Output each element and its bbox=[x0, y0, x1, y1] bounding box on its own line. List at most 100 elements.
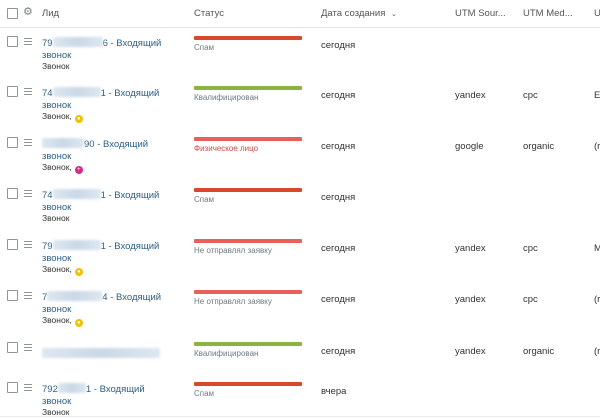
row-checkbox[interactable] bbox=[7, 86, 18, 97]
lead-type-label: Звонок, bbox=[42, 162, 72, 172]
status-label: Физическое лицо bbox=[194, 144, 259, 153]
lead-link[interactable]: 90 - Входящий звонок Звонок, + bbox=[42, 138, 182, 174]
call-status-icon: ● bbox=[74, 319, 83, 327]
status-bar bbox=[194, 342, 302, 346]
lead-link[interactable]: 74 1 - Входящий звонок Звонок bbox=[42, 189, 182, 225]
column-header-lead[interactable]: Лид bbox=[42, 8, 59, 19]
lead-type: Звонок bbox=[42, 213, 182, 225]
lead-type-label: Звонок bbox=[42, 213, 70, 223]
drag-handle-icon[interactable] bbox=[24, 241, 32, 248]
status-cell[interactable]: Квалифицирован bbox=[194, 86, 302, 102]
table-row[interactable]: 74 1 - Входящий звонок Звонок, ● Квалифици… bbox=[0, 78, 600, 130]
phone-redacted bbox=[57, 383, 86, 393]
column-header-utm-medium[interactable]: UTM Med... bbox=[523, 8, 573, 19]
table-row[interactable]: 74 - Входящий звонок Звонок, ● Не отправл… bbox=[0, 282, 600, 335]
status-cell[interactable]: Спам bbox=[194, 36, 302, 52]
status-cell[interactable]: Квалифицирован bbox=[194, 342, 302, 358]
lead-title-line2: звонок bbox=[42, 99, 72, 111]
drag-handle-icon[interactable] bbox=[24, 88, 32, 95]
extra-column-value: (r bbox=[594, 346, 600, 357]
call-status-icon: + bbox=[74, 166, 83, 174]
utm-source: yandex bbox=[455, 346, 486, 357]
created-date: сегодня bbox=[321, 40, 356, 51]
utm-medium: cpc bbox=[523, 90, 538, 101]
lead-title-suffix: 1 - Входящий bbox=[85, 384, 145, 395]
lead-link[interactable]: 792 1 - Входящий звонок Звонок bbox=[42, 383, 182, 419]
status-bar bbox=[194, 137, 302, 141]
table-row[interactable]: 792 1 - Входящий звонок Звонок Спам вчера bbox=[0, 374, 600, 417]
column-header-status[interactable]: Статус bbox=[194, 8, 224, 19]
row-checkbox[interactable] bbox=[7, 342, 18, 353]
drag-handle-icon[interactable] bbox=[24, 38, 32, 45]
gear-icon[interactable]: ⚙ bbox=[23, 7, 33, 18]
row-checkbox[interactable] bbox=[7, 290, 18, 301]
utm-medium: organic bbox=[523, 346, 555, 357]
status-cell[interactable]: Физическое лицо bbox=[194, 137, 302, 153]
created-date: сегодня bbox=[321, 346, 356, 357]
status-cell[interactable]: Спам bbox=[194, 188, 302, 204]
lead-link[interactable]: 79 1 - Входящий звонок Звонок, ● bbox=[42, 240, 182, 276]
row-checkbox[interactable] bbox=[7, 36, 18, 47]
lead-phone-prefix: 79 bbox=[42, 241, 53, 252]
drag-handle-icon[interactable] bbox=[24, 139, 32, 146]
lead-type: Звонок bbox=[42, 61, 182, 73]
column-header-extra[interactable]: U bbox=[594, 8, 600, 19]
status-label: Спам bbox=[194, 195, 215, 204]
table-row[interactable]: Квалифицирован сегодня yandex organic (r bbox=[0, 334, 600, 375]
extra-column-value: E bbox=[594, 90, 600, 101]
utm-medium: cpc bbox=[523, 243, 538, 254]
lead-link[interactable]: 79 6 - Входящий звонок Звонок bbox=[42, 37, 182, 73]
lead-title-suffix: 1 - Входящий bbox=[100, 88, 160, 99]
status-cell[interactable]: Не отправлял заявку bbox=[194, 239, 302, 255]
lead-type: Звонок, ● bbox=[42, 315, 182, 327]
status-cell[interactable]: Спам bbox=[194, 382, 302, 398]
drag-handle-icon[interactable] bbox=[24, 384, 32, 391]
table-row[interactable]: 90 - Входящий звонок Звонок, + Физическое… bbox=[0, 129, 600, 181]
row-checkbox[interactable] bbox=[7, 188, 18, 199]
status-cell[interactable]: Не отправлял заявку bbox=[194, 290, 302, 306]
lead-type: Звонок, + bbox=[42, 162, 182, 174]
column-header-utm-source[interactable]: UTM Sour... bbox=[455, 8, 506, 19]
drag-handle-icon[interactable] bbox=[24, 190, 32, 197]
created-date: сегодня bbox=[321, 192, 356, 203]
lead-link[interactable]: 74 - Входящий звонок Звонок, ● bbox=[42, 291, 182, 327]
drag-handle-icon[interactable] bbox=[24, 292, 32, 299]
row-checkbox[interactable] bbox=[7, 239, 18, 250]
lead-type-label: Звонок, bbox=[42, 264, 72, 274]
lead-link[interactable]: 74 1 - Входящий звонок Звонок, ● bbox=[42, 87, 182, 123]
phone-redacted bbox=[52, 87, 101, 97]
phone-redacted bbox=[42, 138, 84, 148]
column-header-date[interactable]: Дата создания ⌄ bbox=[321, 8, 397, 19]
phone-redacted bbox=[52, 240, 101, 250]
call-status-icon: ● bbox=[74, 115, 83, 123]
status-label: Спам bbox=[194, 389, 215, 398]
table-row[interactable]: 79 1 - Входящий звонок Звонок, ● Не отправ… bbox=[0, 231, 600, 283]
table-row[interactable]: 74 1 - Входящий звонок Звонок Спам сегодн… bbox=[0, 180, 600, 232]
phone-redacted bbox=[42, 348, 160, 358]
lead-link[interactable] bbox=[42, 348, 182, 361]
extra-column-value: (r bbox=[594, 294, 600, 305]
lead-title-line2: звонок bbox=[42, 395, 72, 407]
table-row[interactable]: 79 6 - Входящий звонок Звонок Спам сегодн… bbox=[0, 28, 600, 79]
created-date: сегодня bbox=[321, 294, 356, 305]
phone-redacted bbox=[52, 37, 103, 47]
status-label: Спам bbox=[194, 43, 215, 52]
lead-type: Звонок, ● bbox=[42, 111, 182, 123]
utm-medium: organic bbox=[523, 141, 555, 152]
utm-source: google bbox=[455, 141, 484, 152]
status-label: Квалифицирован bbox=[194, 93, 259, 102]
utm-source: yandex bbox=[455, 294, 486, 305]
lead-title-suffix: 1 - Входящий bbox=[100, 190, 160, 201]
drag-handle-icon[interactable] bbox=[24, 344, 32, 351]
lead-type: Звонок bbox=[42, 407, 182, 419]
lead-title-line2: звонок bbox=[42, 150, 72, 162]
lead-title-line2: звонок bbox=[42, 252, 72, 264]
row-checkbox[interactable] bbox=[7, 382, 18, 393]
row-checkbox[interactable] bbox=[7, 137, 18, 148]
lead-phone-prefix: 79 bbox=[42, 38, 53, 49]
created-date: сегодня bbox=[321, 141, 356, 152]
created-date: сегодня bbox=[321, 243, 356, 254]
select-all-checkbox[interactable] bbox=[7, 8, 18, 19]
utm-source: yandex bbox=[455, 90, 486, 101]
lead-type-label: Звонок, bbox=[42, 315, 72, 325]
